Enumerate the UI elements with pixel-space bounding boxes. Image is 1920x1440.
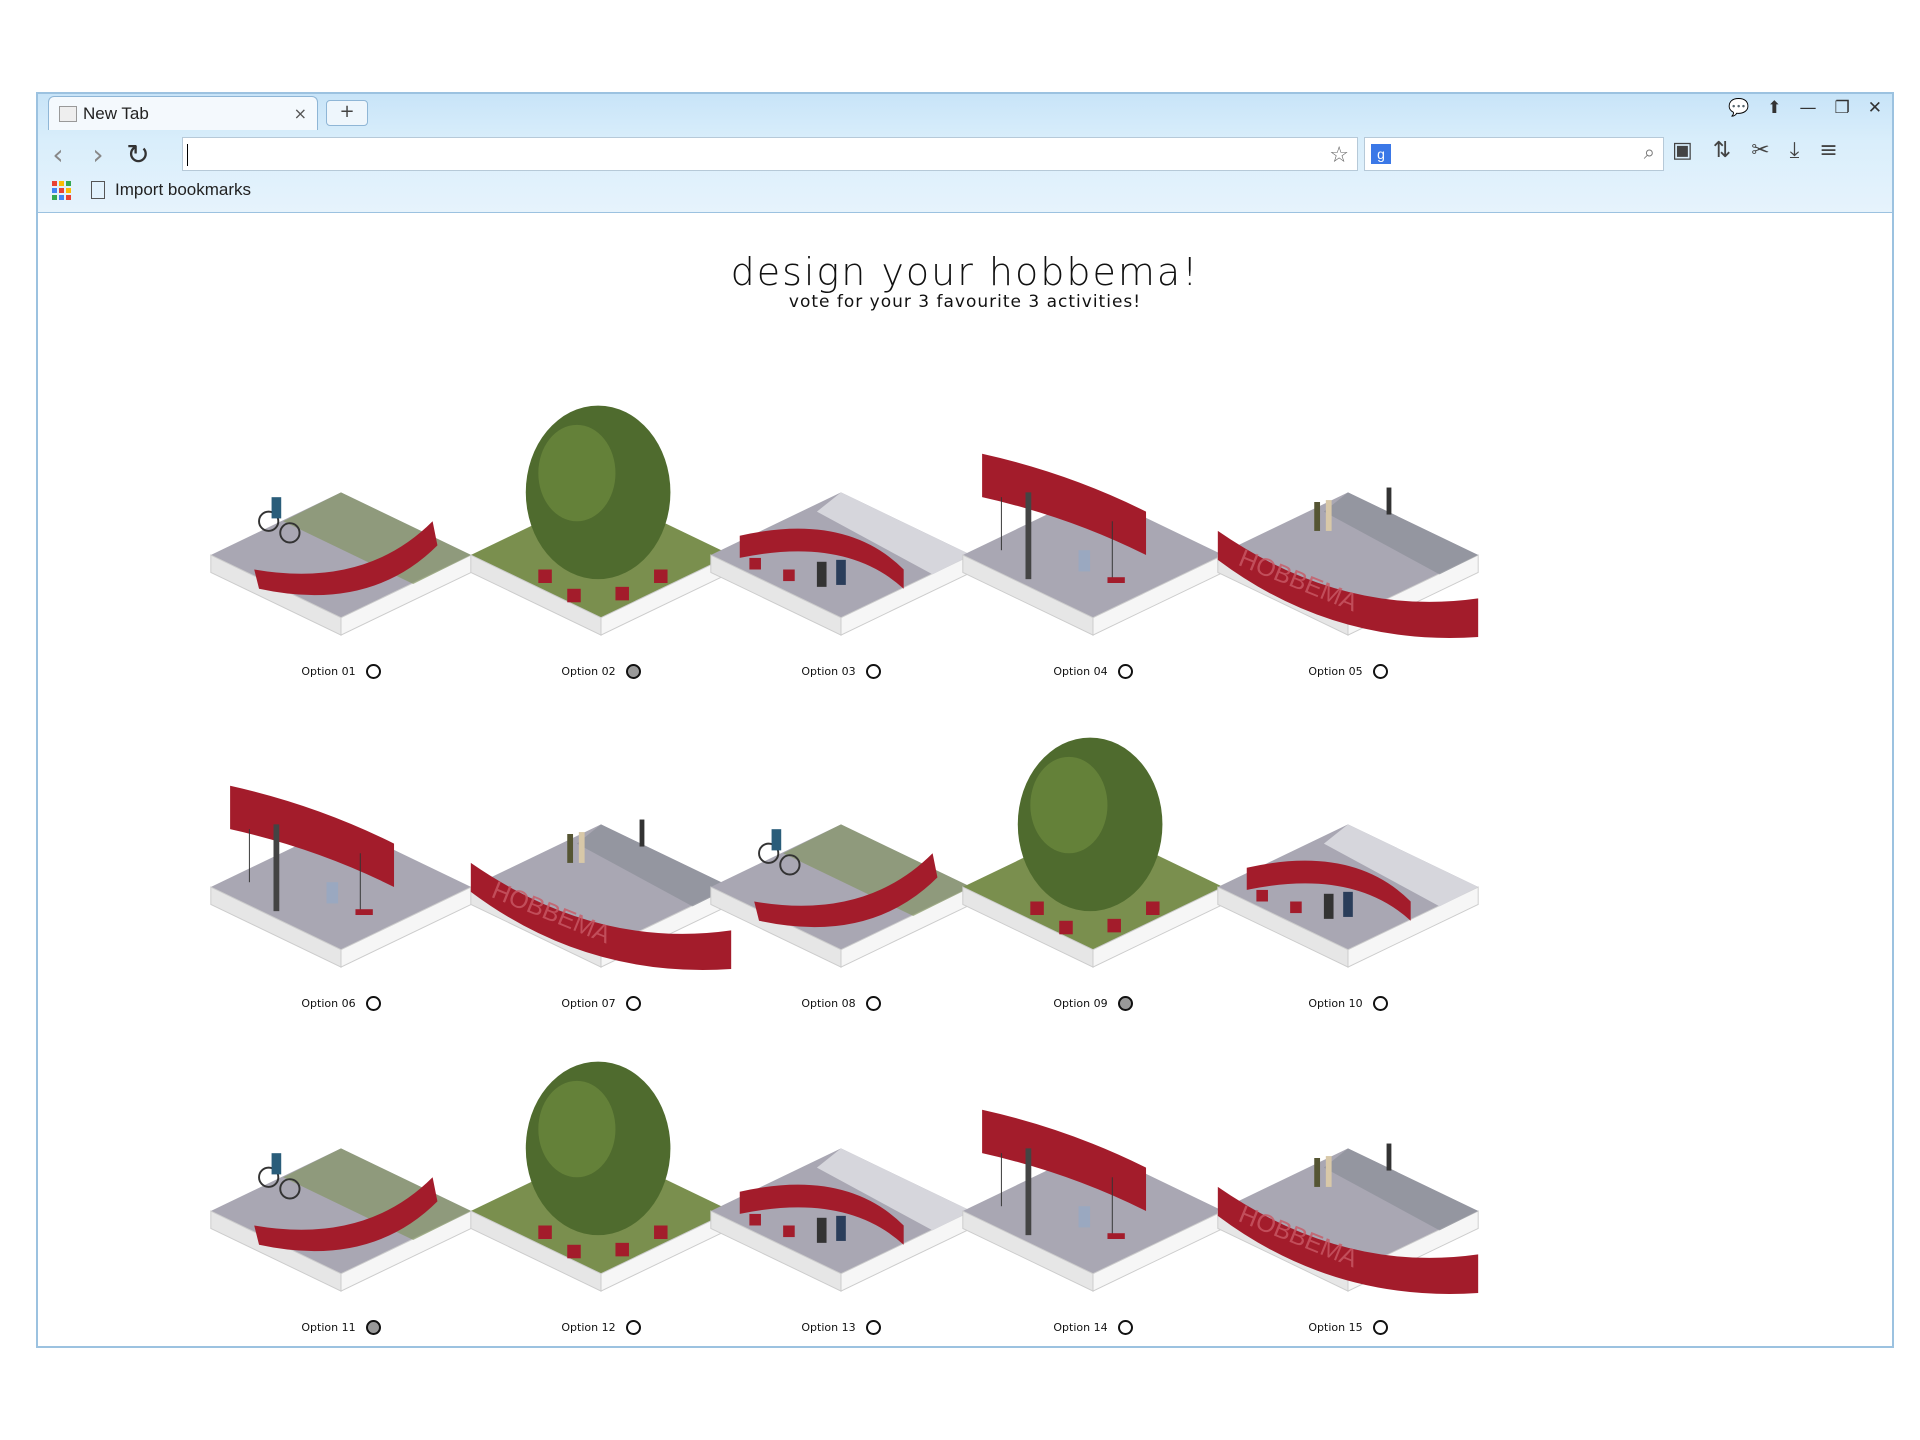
option-illustration [1217,824,1479,968]
option-illustration: HOBBEMA [1217,1143,1479,1294]
download-icon[interactable]: ⤓ [1790,138,1800,163]
option-illustration [962,737,1224,968]
option-row[interactable]: Option 04 [958,664,1228,679]
option-row[interactable]: Option 13 [706,1320,976,1335]
option-row[interactable]: Option 11 [206,1320,476,1335]
option-radio[interactable] [1117,1320,1133,1335]
option-row[interactable]: Option 02 [466,664,736,679]
option-illustration [470,1061,732,1292]
option-card: Option 08 [706,684,976,1011]
option-label: Option 13 [801,1321,856,1334]
option-card: HOBBEMA Option 07 [466,684,736,1011]
sync-icon[interactable]: ⇅ [1713,138,1731,163]
option-label: Option 03 [801,665,856,678]
option-radio[interactable] [1372,1320,1388,1335]
option-illustration: HOBBEMA [1217,487,1479,638]
option-label: Option 01 [301,665,356,678]
search-box[interactable]: g ⌕ [1364,137,1664,171]
option-row[interactable]: Option 05 [1213,664,1483,679]
option-label: Option 14 [1053,1321,1108,1334]
apps-icon[interactable] [52,180,71,200]
option-card: Option 03 [706,352,976,679]
text-caret [187,144,188,166]
option-row[interactable]: Option 15 [1213,1320,1483,1335]
option-card: Option 14 [958,1008,1228,1335]
option-row[interactable]: Option 03 [706,664,976,679]
toolbar: ‹ › ↻ ☆ g ⌕ ▣ ⇅ ✂ ⤓ ≡ [38,132,1892,176]
option-row[interactable]: Option 14 [958,1320,1228,1335]
extension-icon[interactable]: ▣ [1672,138,1693,163]
option-illustration [962,453,1224,636]
page-content: design your hobbema! vote for your 3 fav… [38,212,1892,1346]
option-illustration [710,824,972,968]
option-card: Option 10 [1213,684,1483,1011]
option-card: Option 04 [958,352,1228,679]
option-card: Option 11 [206,1008,476,1335]
option-illustration [470,405,732,636]
option-card: Option 06 [206,684,476,1011]
window-controls: 💬 ⬆ — ❐ ✕ [1728,98,1882,118]
option-radio[interactable] [365,664,381,679]
page-icon [59,105,77,122]
option-row[interactable]: Option 01 [206,664,476,679]
option-illustration [710,492,972,636]
search-icon[interactable]: ⌕ [1644,140,1655,164]
option-illustration: HOBBEMA [470,819,732,970]
menu-icon[interactable]: ≡ [1819,138,1837,163]
option-illustration [210,785,472,968]
option-card: Option 12 [466,1008,736,1335]
option-label: Option 15 [1308,1321,1363,1334]
option-radio[interactable] [1117,664,1133,679]
reload-icon[interactable]: ↻ [118,138,158,171]
address-bar[interactable]: ☆ [182,137,1358,171]
option-illustration [210,1148,472,1292]
option-radio[interactable] [865,664,881,679]
option-card: HOBBEMA Option 05 [1213,352,1483,679]
option-row[interactable]: Option 12 [466,1320,736,1335]
option-label: Option 12 [561,1321,616,1334]
option-radio[interactable] [365,1320,381,1335]
option-label: Option 05 [1308,665,1363,678]
bookmarks-bar: Import bookmarks [52,180,251,200]
tab-new-tab[interactable]: New Tab × [48,96,318,130]
option-card: Option 13 [706,1008,976,1335]
option-card: Option 02 [466,352,736,679]
skin-icon[interactable]: ⬆ [1767,98,1781,118]
feedback-icon[interactable]: 💬 [1728,98,1749,118]
toolbar-tools: ▣ ⇅ ✂ ⤓ ≡ [1672,138,1838,163]
option-card: HOBBEMA Option 15 [1213,1008,1483,1335]
back-icon[interactable]: ‹ [38,138,78,171]
import-bookmarks-link[interactable]: Import bookmarks [115,180,251,200]
restore-icon[interactable]: ❐ [1835,98,1850,118]
scissors-icon[interactable]: ✂ [1751,138,1769,163]
browser-window: New Tab × + 💬 ⬆ — ❐ ✕ ‹ › ↻ ☆ g ⌕ ▣ ⇅ ✂ … [36,92,1894,1348]
option-illustration [210,492,472,636]
search-engine-icon[interactable]: g [1371,144,1391,164]
import-icon [91,181,105,199]
options-grid: Option 01 Option 02 Option 03 Option 04 … [38,212,1892,1346]
bookmark-star-icon[interactable]: ☆ [1329,140,1349,172]
option-label: Option 02 [561,665,616,678]
close-window-icon[interactable]: ✕ [1868,98,1882,118]
tab-title: New Tab [83,103,149,123]
option-radio[interactable] [1372,664,1388,679]
option-radio[interactable] [625,1320,641,1335]
option-illustration [962,1109,1224,1292]
option-card: Option 01 [206,352,476,679]
option-radio[interactable] [865,1320,881,1335]
option-label: Option 11 [301,1321,356,1334]
option-card: Option 09 [958,684,1228,1011]
browser-chrome: New Tab × + 💬 ⬆ — ❐ ✕ ‹ › ↻ ☆ g ⌕ ▣ ⇅ ✂ … [38,94,1892,213]
close-tab-icon[interactable]: × [294,104,307,123]
forward-icon[interactable]: › [78,138,118,171]
minimize-icon[interactable]: — [1800,98,1817,118]
new-tab-button[interactable]: + [326,100,368,126]
option-label: Option 04 [1053,665,1108,678]
option-illustration [710,1148,972,1292]
option-radio[interactable] [625,664,641,679]
